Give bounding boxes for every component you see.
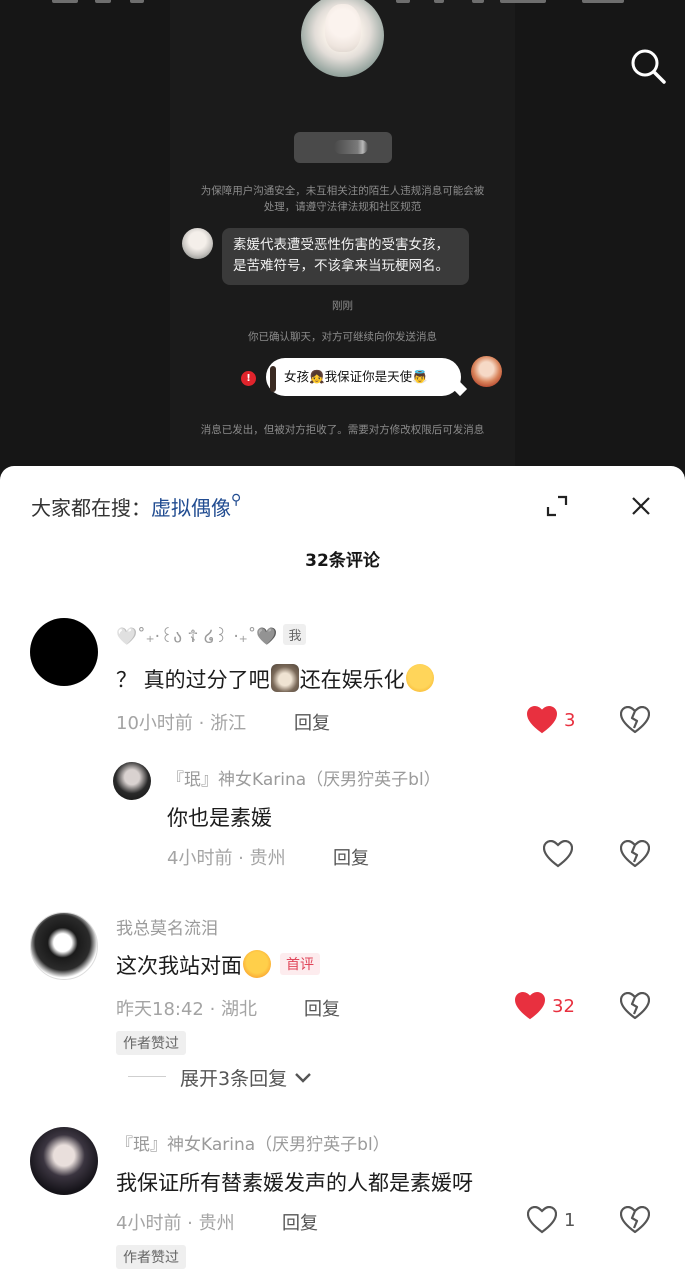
partner-message-avatar[interactable] bbox=[182, 228, 213, 259]
chat-background: 为保障用户沟通安全，未互相关注的陌生人违规消息可能会被处理，请遵守法律法规和社区… bbox=[0, 0, 685, 500]
author-liked-badge: 作者赞过 bbox=[116, 1031, 186, 1055]
search-button[interactable] bbox=[628, 46, 668, 86]
avatar[interactable] bbox=[30, 618, 98, 686]
expand-icon bbox=[546, 495, 568, 517]
close-icon bbox=[632, 497, 650, 515]
comment-meta: 10小时前 · 浙江 bbox=[116, 713, 247, 734]
dog-emoji-icon bbox=[270, 664, 299, 692]
like-button[interactable] bbox=[526, 1205, 558, 1234]
expand-replies-button[interactable]: 展开3条回复 bbox=[180, 1064, 313, 1091]
comment-username[interactable]: 我总莫名流泪 bbox=[116, 914, 218, 939]
expand-sheet-button[interactable] bbox=[545, 494, 569, 518]
reply-button[interactable]: 回复 bbox=[333, 844, 369, 870]
confirm-notice: 你已确认聊天，对方可继续向你发送消息 bbox=[248, 331, 437, 343]
me-tag: 我 bbox=[283, 624, 307, 645]
like-count: 32 bbox=[552, 996, 575, 1017]
safety-notice: 为保障用户沟通安全，未互相关注的陌生人违规消息可能会被处理，请遵守法律法规和社区… bbox=[200, 185, 485, 213]
dislike-button[interactable] bbox=[619, 839, 651, 868]
broken-heart-icon bbox=[619, 991, 651, 1020]
comment-username[interactable]: 🤍˚₊‧꒰ა ☦ ໒꒱ ‧₊˚🩶 我 bbox=[116, 624, 307, 647]
expand-replies-label: 展开3条回复 bbox=[180, 1068, 288, 1090]
dislike-button[interactable] bbox=[619, 991, 651, 1020]
like-count: 3 bbox=[564, 710, 576, 731]
comment-meta: 昨天18:42 · 湖北 bbox=[116, 999, 258, 1020]
heart-icon bbox=[542, 839, 574, 868]
message-time: 刚刚 bbox=[332, 300, 353, 312]
crying-emoji-icon bbox=[405, 664, 434, 692]
blurred-username-pill bbox=[294, 132, 392, 163]
reply-button[interactable]: 回复 bbox=[282, 1209, 318, 1235]
search-icon bbox=[631, 49, 666, 84]
broken-heart-icon bbox=[619, 839, 651, 868]
heart-icon bbox=[526, 1205, 558, 1234]
search-small-icon: ⚲ bbox=[231, 492, 242, 508]
comment-count-title: 32条评论 bbox=[305, 551, 380, 571]
first-comment-tag: 首评 bbox=[280, 953, 320, 975]
chevron-down-icon bbox=[295, 1073, 311, 1083]
sent-message: 女孩👧我保证你是天使👼 bbox=[266, 358, 461, 396]
comment-text-part: 还在娱乐化 bbox=[299, 668, 405, 692]
dislike-button[interactable] bbox=[619, 1205, 651, 1234]
comment-username[interactable]: 『珉』神女Karina（厌男狞英子bl） bbox=[167, 765, 441, 790]
reply-button[interactable]: 回复 bbox=[294, 709, 330, 735]
comment-meta: 4小时前 · 贵州 bbox=[116, 1213, 235, 1234]
comment-sheet: 大家都在搜：虚拟偶像⚲ 32条评论 bbox=[0, 466, 685, 1280]
comment-text: ？ 真的过分了吧 还在娱乐化 bbox=[116, 664, 435, 694]
broken-heart-icon bbox=[619, 705, 651, 734]
error-icon[interactable]: ! bbox=[241, 371, 256, 386]
comment-text: 你也是素媛 bbox=[167, 806, 272, 830]
comment-text-part: ？ 真的过分了吧 bbox=[116, 668, 270, 692]
comment-text: 我保证所有替素媛发声的人都是素媛呀 bbox=[116, 1171, 473, 1195]
like-button[interactable] bbox=[514, 991, 546, 1020]
trending-label: 大家都在搜： bbox=[31, 496, 151, 520]
comment-meta: 4小时前 · 贵州 bbox=[167, 848, 286, 869]
dislike-button[interactable] bbox=[619, 705, 651, 734]
like-button[interactable] bbox=[542, 839, 574, 868]
avatar[interactable] bbox=[113, 762, 151, 800]
comment-text: 这次我站对面 首评 bbox=[116, 950, 320, 980]
broken-heart-icon bbox=[619, 1205, 651, 1234]
avatar[interactable] bbox=[30, 1127, 98, 1195]
comment-text-part: 这次我站对面 bbox=[116, 954, 242, 978]
chat-partner-avatar[interactable] bbox=[301, 0, 384, 77]
heart-icon bbox=[526, 705, 558, 734]
username-text: 🤍˚₊‧꒰ა ☦ ໒꒱ ‧₊˚🩶 bbox=[116, 627, 278, 647]
divider bbox=[128, 1076, 166, 1077]
heart-icon bbox=[514, 991, 546, 1020]
close-sheet-button[interactable] bbox=[629, 494, 653, 518]
trending-keyword[interactable]: 虚拟偶像 bbox=[151, 496, 231, 520]
my-message-avatar[interactable] bbox=[471, 356, 502, 387]
author-liked-badge: 作者赞过 bbox=[116, 1245, 186, 1269]
comment-username[interactable]: 『珉』神女Karina（厌男狞英子bl） bbox=[116, 1130, 390, 1155]
laughing-emoji-icon bbox=[243, 950, 271, 978]
reply-button[interactable]: 回复 bbox=[304, 995, 340, 1021]
trending-search[interactable]: 大家都在搜：虚拟偶像⚲ bbox=[31, 492, 241, 521]
like-button[interactable] bbox=[526, 705, 558, 734]
like-count: 1 bbox=[564, 1210, 576, 1231]
received-message: 素媛代表遭受恶性伤害的受害女孩，是苦难符号，不该拿来当玩梗网名。 bbox=[222, 228, 469, 285]
avatar[interactable] bbox=[30, 912, 98, 980]
rejected-notice: 消息已发出，但被对方拒收了。需要对方修改权限后可发消息 bbox=[200, 424, 485, 436]
